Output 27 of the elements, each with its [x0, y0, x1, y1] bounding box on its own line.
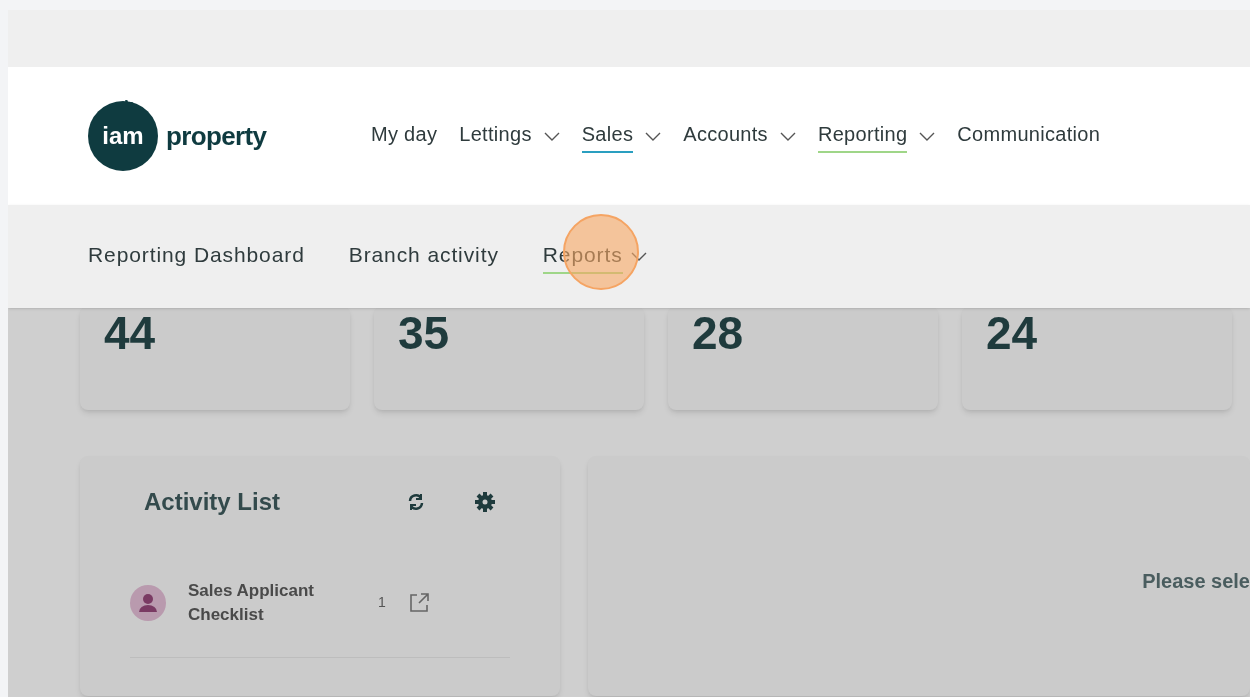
logo-wordmark: property [166, 119, 267, 153]
nav-link[interactable]: Lettings [459, 119, 532, 153]
chevron-down-icon [779, 132, 796, 142]
nav-link[interactable]: Reporting [817, 119, 908, 153]
nav-link[interactable]: Communication [957, 119, 1101, 153]
stat-value: 28 [692, 307, 744, 359]
stat-value: 44 [104, 307, 156, 359]
sub-nav-link[interactable]: Branch activity [348, 238, 499, 275]
sub-nav-link[interactable]: Reporting Dashboard [88, 238, 305, 275]
chevron-down-icon [919, 132, 936, 142]
activity-label[interactable]: Sales Applicant Checklist [188, 579, 358, 626]
person-avatar-icon [130, 584, 166, 621]
nav-link[interactable]: Accounts [683, 119, 768, 153]
external-link-icon[interactable] [407, 591, 430, 614]
nav-link[interactable]: My day [371, 119, 438, 153]
stat-value: 24 [986, 307, 1038, 359]
stat-value: 35 [398, 307, 450, 359]
refresh-icon[interactable] [406, 492, 426, 512]
nav-link[interactable]: Sales [581, 119, 634, 153]
empty-state-message: Please sele [1142, 569, 1250, 594]
logo-mark: iam [88, 101, 158, 171]
panel-title: Activity List [144, 487, 281, 517]
chevron-down-icon [645, 132, 662, 142]
activity-count: 1 [378, 593, 386, 612]
settings-icon[interactable] [474, 491, 496, 513]
chevron-down-icon [630, 251, 647, 262]
chevron-down-icon [543, 132, 560, 142]
